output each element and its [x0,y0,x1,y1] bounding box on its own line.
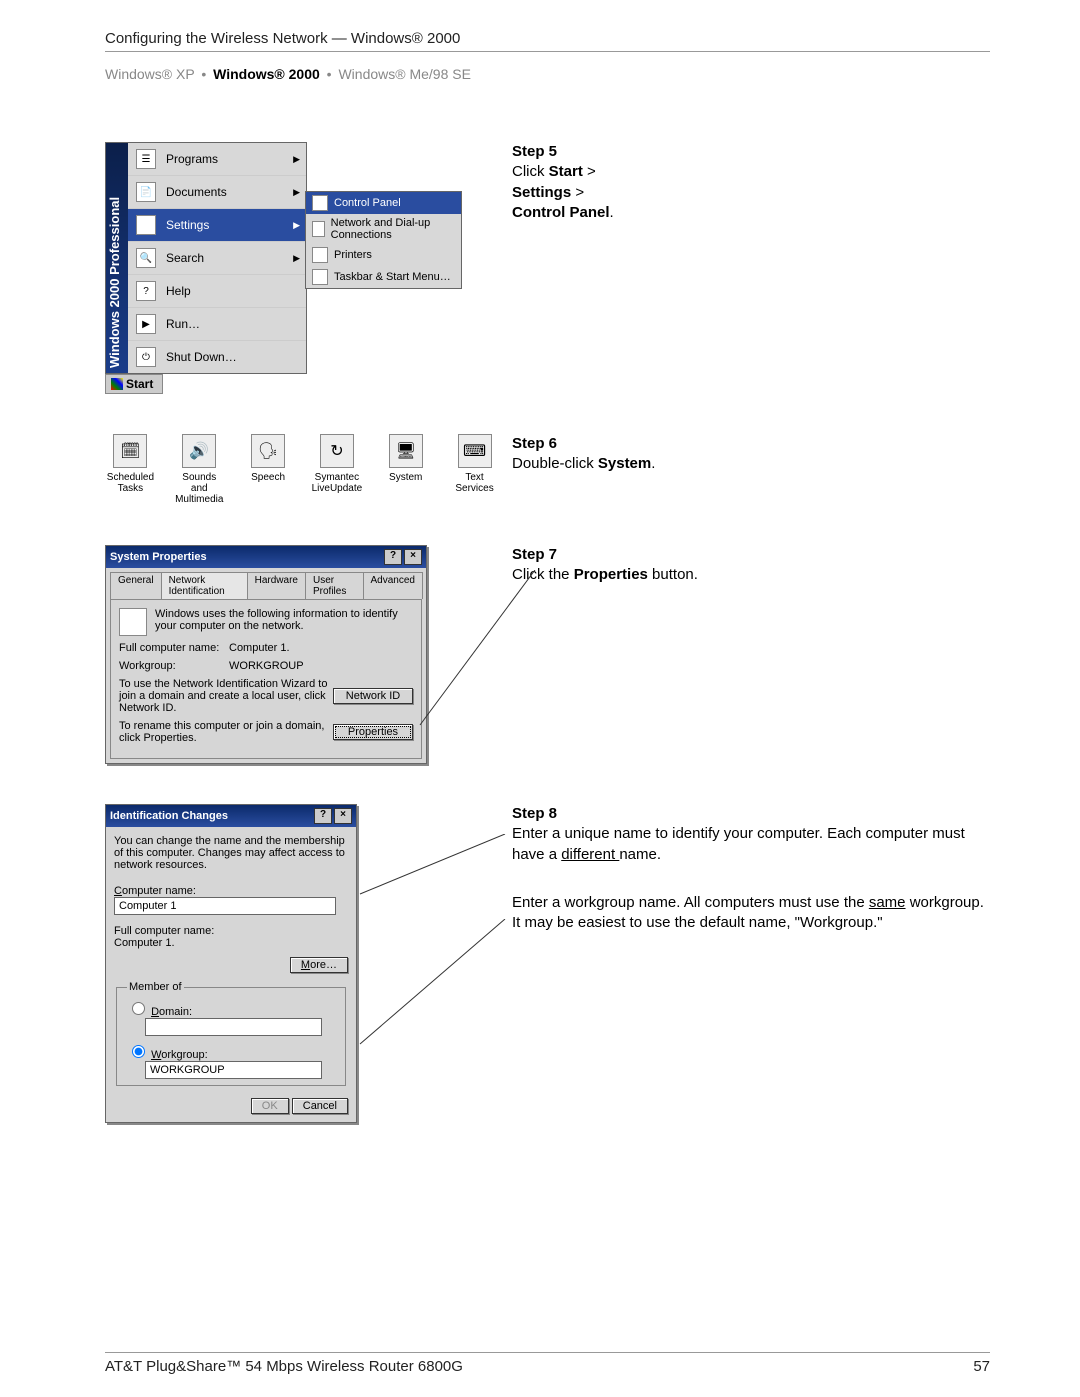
start-menu-search[interactable]: 🔍Search▶ [128,241,306,274]
domain-field[interactable] [145,1018,322,1036]
start-menu-documents[interactable]: 📄Documents▶ [128,175,306,208]
run-icon: ▶ [136,314,156,334]
documents-icon: 📄 [136,182,156,202]
liveupdate-icon: ↻ [320,434,354,468]
help-button[interactable]: ? [314,808,332,824]
network-icon [312,221,325,237]
cp-text-services[interactable]: ⌨Text Services [449,434,500,505]
speech-icon: 🗣 [251,434,285,468]
system-icon: 🖥 [389,434,423,468]
step8-text-1: Enter a unique name to identify your com… [512,824,990,865]
submenu-control-panel[interactable]: Control Panel [306,192,461,214]
settings-icon: ⚙ [136,215,156,235]
page-number: 57 [973,1358,990,1375]
cancel-button[interactable]: Cancel [292,1098,348,1114]
idc-full-name-label: Full computer name: [114,925,348,937]
settings-submenu: Control Panel Network and Dial-up Connec… [305,191,462,289]
windows-flag-icon [111,378,123,390]
tab-advanced[interactable]: Advanced [363,572,423,599]
properties-button[interactable]: Properties [333,724,413,740]
page-footer: AT&T Plug&Share™ 54 Mbps Wireless Router… [105,1358,990,1375]
computer-name-label: Computer name: [114,885,348,897]
start-menu: Windows 2000 Professional ☰Programs▶ 📄Do… [105,142,307,374]
idchanges-desc: You can change the name and the membersh… [114,835,348,871]
search-icon: 🔍 [136,248,156,268]
sysprops-desc: Windows uses the following information t… [155,608,413,636]
control-panel-icon [312,195,328,211]
breadcrumb-me98[interactable]: Windows® Me/98 SE [338,66,470,82]
workgroup-radio[interactable] [132,1045,145,1058]
cp-sounds[interactable]: 🔊Sounds and Multimedia [174,434,225,505]
start-menu-settings[interactable]: ⚙Settings▶ [128,208,306,241]
divider [105,51,990,52]
workgroup-label: Workgroup: [119,660,229,672]
submenu-network[interactable]: Network and Dial-up Connections [306,214,461,244]
idchanges-title: Identification Changes [110,810,312,822]
footer-left: AT&T Plug&Share™ 54 Mbps Wireless Router… [105,1358,463,1375]
help-icon: ? [136,281,156,301]
close-button[interactable]: × [404,549,422,565]
computer-name-field[interactable] [114,897,336,915]
taskbar-icon [312,269,328,285]
breadcrumb-xp[interactable]: Windows® XP [105,66,194,82]
sounds-icon: 🔊 [182,434,216,468]
ok-button[interactable]: OK [251,1098,289,1114]
cp-system[interactable]: 🖥System [380,434,431,505]
network-id-button[interactable]: Network ID [333,688,413,704]
wizard-text: To use the Network Identification Wizard… [119,678,333,714]
start-menu-shutdown[interactable]: ⏻Shut Down… [128,340,306,373]
start-button[interactable]: Start [105,374,163,394]
domain-radio[interactable] [132,1002,145,1015]
member-of-group: Member of Domain: Workgroup: [116,981,346,1086]
cp-speech[interactable]: 🗣Speech [243,434,294,505]
scheduled-tasks-icon: 🗓 [113,434,147,468]
step8-text-2: Enter a workgroup name. All computers mu… [512,893,990,934]
workgroup-field[interactable] [145,1061,322,1079]
tab-hardware[interactable]: Hardware [247,572,306,599]
tab-user-profiles[interactable]: User Profiles [305,572,364,599]
breadcrumb: Windows® XP • Windows® 2000 • Windows® M… [105,66,990,82]
system-properties-window: System Properties ? × General Network Id… [105,545,427,764]
programs-icon: ☰ [136,149,156,169]
text-services-icon: ⌨ [458,434,492,468]
step5-label: Step 5 [512,142,990,162]
start-menu-help[interactable]: ?Help [128,274,306,307]
rename-text: To rename this computer or join a domain… [119,720,333,744]
page-title: Configuring the Wireless Network — Windo… [105,30,990,47]
help-button[interactable]: ? [384,549,402,565]
start-menu-run[interactable]: ▶Run… [128,307,306,340]
step5-text: Click Start > Settings > Control Panel. [512,162,990,223]
sysprops-tabs: General Network Identification Hardware … [106,568,426,599]
identification-changes-window: Identification Changes ? × You can chang… [105,804,357,1123]
full-name-value: Computer 1. [229,642,290,654]
start-menu-programs[interactable]: ☰Programs▶ [128,143,306,175]
workgroup-value: WORKGROUP [229,660,304,672]
cp-scheduled-tasks[interactable]: 🗓Scheduled Tasks [105,434,156,505]
sysprops-title: System Properties [110,551,382,563]
close-button[interactable]: × [334,808,352,824]
step7-label: Step 7 [512,545,990,565]
full-name-label: Full computer name: [119,642,229,654]
step7-text: Click the Properties button. [512,565,990,585]
breadcrumb-w2k[interactable]: Windows® 2000 [213,66,320,82]
start-menu-banner: Windows 2000 Professional [106,143,128,373]
step6-label: Step 6 [512,434,990,454]
cp-liveupdate[interactable]: ↻Symantec LiveUpdate [311,434,362,505]
control-panel-icons: 🗓Scheduled Tasks 🔊Sounds and Multimedia … [105,434,500,505]
step8-label: Step 8 [512,804,990,824]
idc-full-name-value: Computer 1. [114,937,348,949]
printers-icon [312,247,328,263]
shutdown-icon: ⏻ [136,347,156,367]
submenu-printers[interactable]: Printers [306,244,461,266]
more-button[interactable]: More… [290,957,348,973]
tab-general[interactable]: General [110,572,162,599]
computer-icon [119,608,147,636]
step6-text: Double-click System. [512,454,990,474]
tab-network-id[interactable]: Network Identification [161,572,248,599]
submenu-taskbar[interactable]: Taskbar & Start Menu… [306,266,461,288]
